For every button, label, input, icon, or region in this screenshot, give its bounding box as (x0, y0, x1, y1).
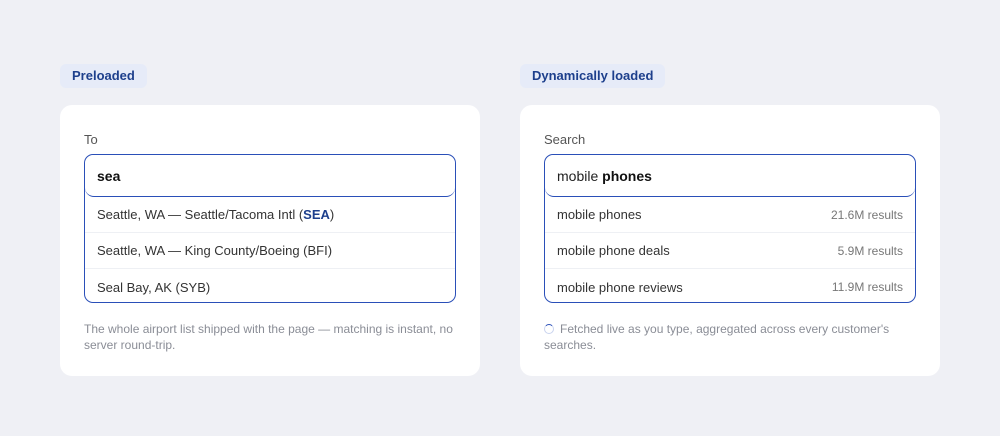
preloaded-tag: Preloaded (60, 64, 147, 88)
loading-spinner-icon (544, 324, 554, 334)
suggestion-item[interactable]: mobile phones 21.6M results (545, 197, 915, 233)
search-input-typed: mobile (557, 167, 599, 184)
suggestion-count: 21.6M results (830, 207, 903, 222)
suggestion-count: 5.9M results (837, 243, 903, 258)
suggestion-item[interactable]: mobile phone reviews 11.9M results (545, 269, 915, 302)
airport-input-value: sea (97, 167, 121, 184)
preloaded-panel: Preloaded To sea Seattle, WA — Seattle/T… (60, 64, 480, 376)
dynamic-tag: Dynamically loaded (520, 64, 666, 88)
preloaded-note: The whole airport list shipped with the … (84, 322, 453, 352)
airport-input[interactable]: sea (85, 155, 455, 197)
airport-combobox: sea Seattle, WA — Seattle/Tacoma Intl (S… (84, 154, 456, 303)
airport-option-bfi[interactable]: Seattle, WA — King County/Boeing (BFI) (85, 233, 455, 269)
airport-option-label: Seattle, WA — King County/Boeing (BFI) (97, 243, 333, 258)
dynamic-note: Fetched live as you type, aggregated acr… (544, 321, 916, 353)
search-input[interactable]: mobile phones (545, 155, 915, 197)
dynamic-panel: Dynamically loaded Search mobile phones … (520, 64, 940, 376)
suggestion-count: 11.9M results (831, 280, 903, 294)
suggestion-text: mobile phone reviews (557, 279, 683, 295)
dynamic-note-text: Fetched live as you type, aggregated acr… (544, 322, 890, 352)
airport-option-syb[interactable]: Seal Bay, AK (SYB) (85, 269, 455, 302)
airport-option-label: Seal Bay, AK (SYB) (97, 279, 211, 295)
airport-option-label: Seattle, WA — Seattle/Tacoma Intl (SEA) (97, 207, 334, 222)
search-field-label: Search (544, 132, 586, 147)
dynamic-card: Search mobile phones mobile phones 21.6M… (520, 105, 940, 376)
suggestion-item[interactable]: mobile phone deals 5.9M results (545, 233, 915, 269)
suggestion-text: mobile phone deals (557, 243, 670, 258)
suggestion-text: mobile phones (557, 207, 642, 222)
to-field-label: To (84, 132, 98, 147)
airport-option-text: Seattle, WA — Seattle/Tacoma Intl ( (97, 207, 304, 222)
airport-option-sea[interactable]: Seattle, WA — Seattle/Tacoma Intl (SEA) (85, 197, 455, 233)
airport-code-highlight: SEA (303, 207, 330, 222)
search-input-completion: phones (602, 167, 652, 184)
preloaded-card: To sea Seattle, WA — Seattle/Tacoma Intl… (60, 105, 480, 376)
airport-option-suffix: ) (329, 207, 335, 222)
search-combobox: mobile phones mobile phones 21.6M result… (544, 154, 916, 303)
